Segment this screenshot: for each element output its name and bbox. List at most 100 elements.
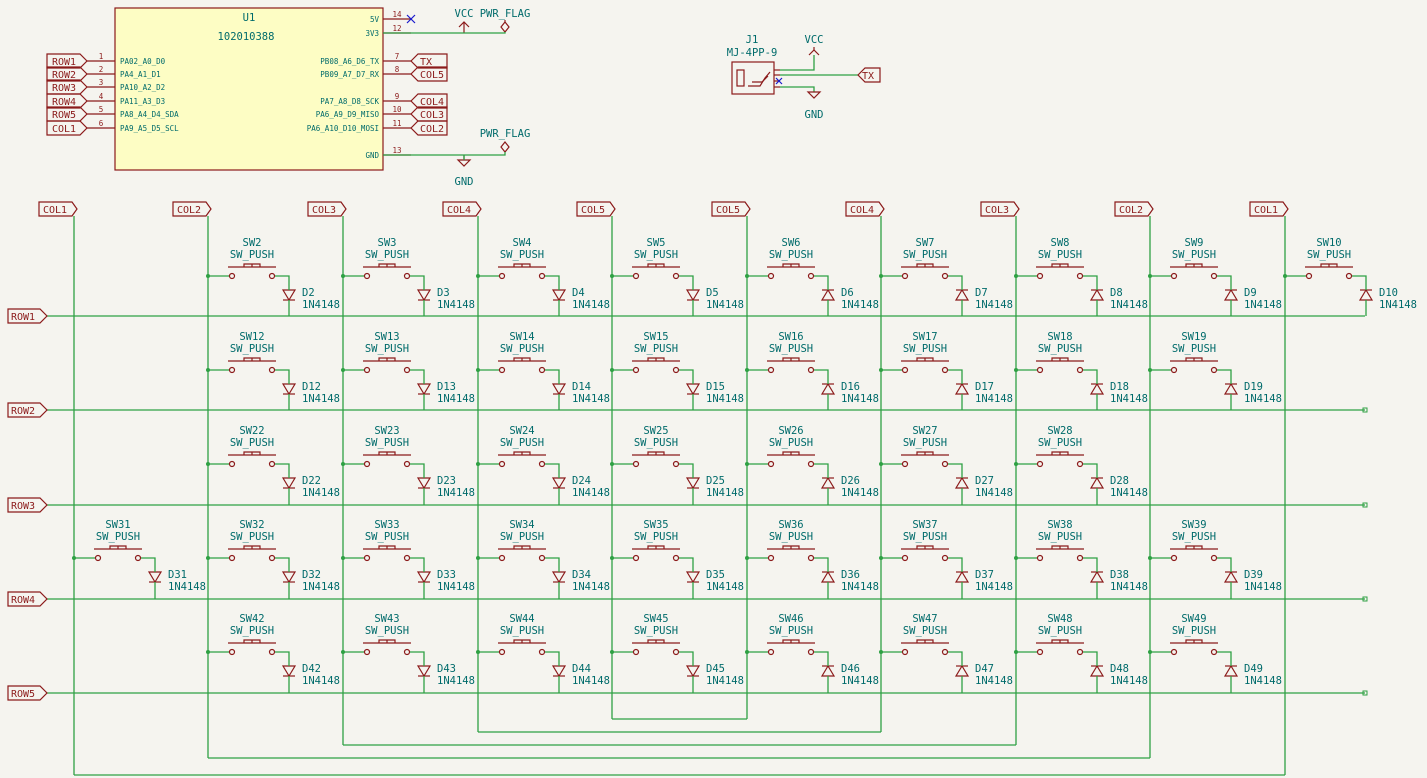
switch-sw13[interactable]: SW13SW_PUSH [341, 331, 411, 374]
switch-sw19[interactable]: SW19SW_PUSH [1148, 331, 1218, 374]
diode-d5[interactable]: D51N4148 [685, 286, 744, 316]
label-row4[interactable]: ROW4 [7, 591, 48, 607]
diode-d10[interactable]: D101N4148 [1358, 286, 1417, 316]
label-row1[interactable]: ROW1 [46, 53, 88, 69]
vcc-symbol-j1[interactable]: VCC [805, 34, 824, 56]
label-col4[interactable]: COL4 [442, 201, 482, 217]
diode-d17[interactable]: D171N4148 [954, 380, 1013, 410]
j1-connector[interactable]: J1 MJ-4PP-9 [727, 34, 783, 95]
diode-d31[interactable]: D311N4148 [147, 568, 206, 599]
switch-sw42[interactable]: SW42SW_PUSH [206, 613, 276, 656]
diode-d43[interactable]: D431N4148 [416, 662, 475, 693]
label-col5[interactable]: COL5 [711, 201, 751, 217]
switch-sw27[interactable]: SW27SW_PUSH [879, 425, 949, 468]
diode-d22[interactable]: D221N4148 [281, 474, 340, 505]
label-row3[interactable]: ROW3 [46, 79, 88, 95]
diode-d42[interactable]: D421N4148 [281, 662, 340, 693]
switch-sw26[interactable]: SW26SW_PUSH [745, 425, 815, 468]
label-col1[interactable]: COL1 [46, 120, 88, 136]
switch-sw31[interactable]: SW31SW_PUSH [72, 519, 142, 562]
switch-sw34[interactable]: SW34SW_PUSH [476, 519, 546, 562]
key-sw25[interactable]: SW25SW_PUSHD251N4148 [610, 425, 744, 505]
switch-sw49[interactable]: SW49SW_PUSH [1148, 613, 1218, 656]
key-sw10[interactable]: SW10SW_PUSHD101N4148 [1283, 237, 1417, 316]
diode-d4[interactable]: D41N4148 [551, 286, 610, 316]
key-sw24[interactable]: SW24SW_PUSHD241N4148 [476, 425, 610, 505]
key-sw12[interactable]: SW12SW_PUSHD121N4148 [206, 331, 340, 410]
key-sw36[interactable]: SW36SW_PUSHD361N4148 [745, 519, 879, 599]
switch-sw6[interactable]: SW6SW_PUSH [745, 237, 815, 280]
label-row4[interactable]: ROW4 [46, 93, 88, 109]
switch-sw33[interactable]: SW33SW_PUSH [341, 519, 411, 562]
diode-d16[interactable]: D161N4148 [820, 380, 879, 410]
diode-d18[interactable]: D181N4148 [1089, 380, 1148, 410]
label-row5[interactable]: ROW5 [46, 106, 88, 122]
key-sw42[interactable]: SW42SW_PUSHD421N4148 [206, 613, 340, 693]
key-sw34[interactable]: SW34SW_PUSHD341N4148 [476, 519, 610, 599]
diode-d24[interactable]: D241N4148 [551, 474, 610, 505]
switch-sw7[interactable]: SW7SW_PUSH [879, 237, 949, 280]
key-sw15[interactable]: SW15SW_PUSHD151N4148 [610, 331, 744, 410]
diode-d34[interactable]: D341N4148 [551, 568, 610, 599]
switch-sw16[interactable]: SW16SW_PUSH [745, 331, 815, 374]
label-col3[interactable]: COL3 [410, 106, 448, 122]
switch-sw35[interactable]: SW35SW_PUSH [610, 519, 680, 562]
key-sw31[interactable]: SW31SW_PUSHD311N4148 [72, 519, 206, 599]
switch-sw25[interactable]: SW25SW_PUSH [610, 425, 680, 468]
switch-sw5[interactable]: SW5SW_PUSH [610, 237, 680, 280]
key-sw43[interactable]: SW43SW_PUSHD431N4148 [341, 613, 475, 693]
key-sw46[interactable]: SW46SW_PUSHD461N4148 [745, 613, 879, 693]
key-sw45[interactable]: SW45SW_PUSHD451N4148 [610, 613, 744, 693]
diode-d44[interactable]: D441N4148 [551, 662, 610, 693]
key-sw19[interactable]: SW19SW_PUSHD191N4148 [1148, 331, 1282, 410]
key-sw32[interactable]: SW32SW_PUSHD321N4148 [206, 519, 340, 599]
key-sw7[interactable]: SW7SW_PUSHD71N4148 [879, 237, 1013, 316]
key-sw27[interactable]: SW27SW_PUSHD271N4148 [879, 425, 1013, 505]
label-col4[interactable]: COL4 [410, 93, 448, 109]
key-sw5[interactable]: SW5SW_PUSHD51N4148 [610, 237, 744, 316]
key-sw26[interactable]: SW26SW_PUSHD261N4148 [745, 425, 879, 505]
diode-d3[interactable]: D31N4148 [416, 286, 475, 316]
switch-sw37[interactable]: SW37SW_PUSH [879, 519, 949, 562]
switch-sw10[interactable]: SW10SW_PUSH [1283, 237, 1353, 280]
label-row5[interactable]: ROW5 [7, 685, 48, 701]
switch-sw9[interactable]: SW9SW_PUSH [1148, 237, 1218, 280]
key-sw38[interactable]: SW38SW_PUSHD381N4148 [1014, 519, 1148, 599]
switch-sw24[interactable]: SW24SW_PUSH [476, 425, 546, 468]
key-sw2[interactable]: SW2SW_PUSHD21N4148 [206, 237, 340, 316]
diode-d36[interactable]: D361N4148 [820, 568, 879, 599]
label-col1[interactable]: COL1 [1249, 201, 1289, 217]
switch-sw48[interactable]: SW48SW_PUSH [1014, 613, 1084, 656]
label-tx-j1[interactable]: TX [857, 67, 881, 83]
label-col1[interactable]: COL1 [38, 201, 78, 217]
diode-d35[interactable]: D351N4148 [685, 568, 744, 599]
key-sw33[interactable]: SW33SW_PUSHD331N4148 [341, 519, 475, 599]
vcc-symbol-u1[interactable]: VCC [455, 8, 474, 33]
key-sw9[interactable]: SW9SW_PUSHD91N4148 [1148, 237, 1282, 316]
key-sw39[interactable]: SW39SW_PUSHD391N4148 [1148, 519, 1282, 599]
key-sw35[interactable]: SW35SW_PUSHD351N4148 [610, 519, 744, 599]
label-row2[interactable]: ROW2 [46, 66, 88, 82]
key-sw6[interactable]: SW6SW_PUSHD61N4148 [745, 237, 879, 316]
key-sw3[interactable]: SW3SW_PUSHD31N4148 [341, 237, 475, 316]
key-sw23[interactable]: SW23SW_PUSHD231N4148 [341, 425, 475, 505]
label-row1[interactable]: ROW1 [7, 308, 48, 324]
diode-d7[interactable]: D71N4148 [954, 286, 1013, 316]
diode-d45[interactable]: D451N4148 [685, 662, 744, 693]
switch-sw47[interactable]: SW47SW_PUSH [879, 613, 949, 656]
switch-sw17[interactable]: SW17SW_PUSH [879, 331, 949, 374]
label-tx[interactable]: TX [410, 53, 448, 69]
switch-sw28[interactable]: SW28SW_PUSH [1014, 425, 1084, 468]
switch-sw39[interactable]: SW39SW_PUSH [1148, 519, 1218, 562]
switch-sw4[interactable]: SW4SW_PUSH [476, 237, 546, 280]
label-col4[interactable]: COL4 [845, 201, 885, 217]
switch-sw45[interactable]: SW45SW_PUSH [610, 613, 680, 656]
switch-sw2[interactable]: SW2SW_PUSH [206, 237, 276, 280]
label-row2[interactable]: ROW2 [7, 402, 48, 418]
label-col2[interactable]: COL2 [410, 120, 448, 136]
key-sw8[interactable]: SW8SW_PUSHD81N4148 [1014, 237, 1148, 316]
diode-d12[interactable]: D121N4148 [281, 380, 340, 410]
pwr-flag-gnd[interactable]: PWR_FLAG [480, 128, 531, 153]
diode-d26[interactable]: D261N4148 [820, 474, 879, 505]
key-sw37[interactable]: SW37SW_PUSHD371N4148 [879, 519, 1013, 599]
